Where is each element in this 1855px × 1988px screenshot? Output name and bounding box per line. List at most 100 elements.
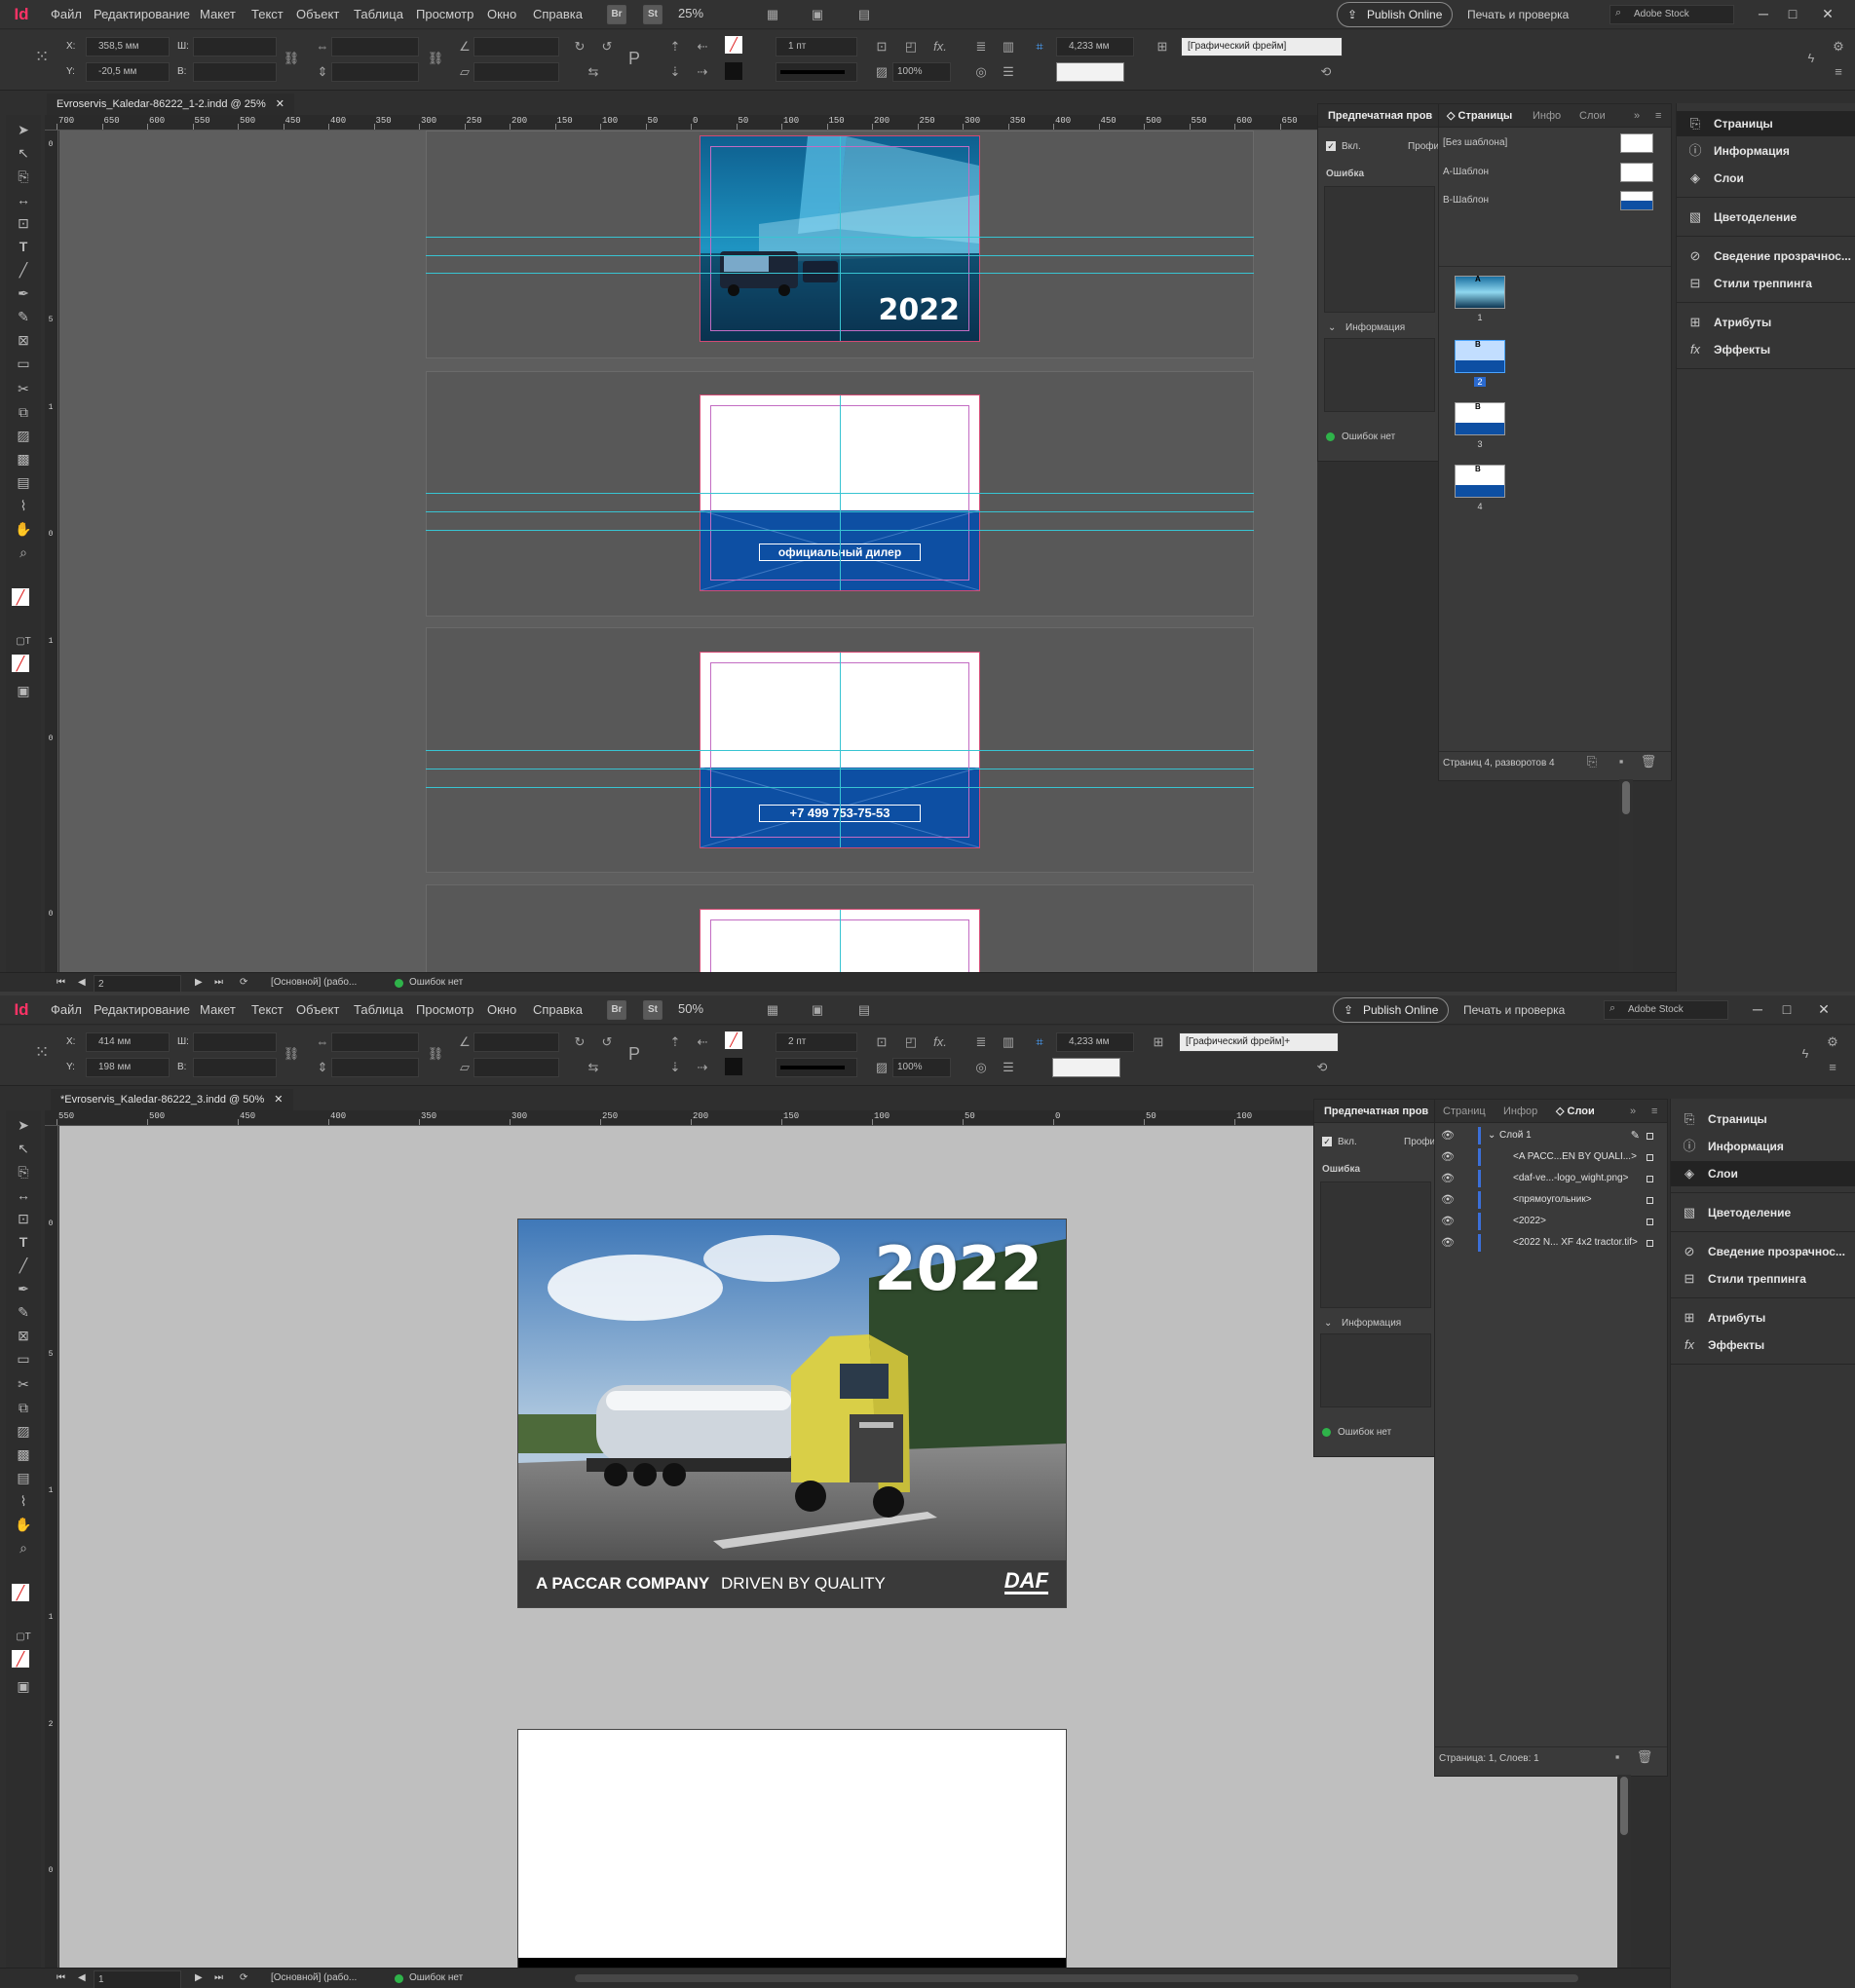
select-square-icon[interactable] (1647, 1154, 1653, 1161)
menu-edit[interactable]: Редактирование (94, 0, 190, 29)
print-check-menu[interactable]: Печать и проверка (1463, 995, 1565, 1025)
content-collector-icon[interactable]: ⊡ (12, 212, 35, 234)
menu-table[interactable]: Таблица (354, 0, 403, 29)
drop-shadow-icon[interactable]: ◰ (900, 1032, 922, 1053)
menu-text[interactable]: Текст (251, 0, 284, 29)
maximize-button[interactable]: □ (1773, 995, 1800, 1025)
info-chevron-icon[interactable]: ⌄ (1328, 322, 1336, 333)
bridge-button[interactable]: Br (607, 1000, 626, 1020)
flip-horizontal-icon[interactable]: ⇆ (583, 1057, 604, 1078)
scale-y-field[interactable] (331, 1058, 419, 1077)
text-wrap-none-icon[interactable]: ≣ (970, 36, 992, 57)
constrain-proportions-icon[interactable]: ⛓ (281, 48, 302, 69)
visibility-eye-icon[interactable]: 👁 (1441, 1146, 1455, 1168)
panel-expand-icon[interactable]: » (1630, 1100, 1636, 1123)
dock-trap-styles[interactable]: ⊟ Стили треппинга (1677, 271, 1855, 296)
rotate-ccw-icon[interactable]: ↺ (596, 1032, 618, 1053)
constrain-scale-icon[interactable]: ⛓ (425, 48, 446, 69)
errors-status[interactable]: Ошибок нет (409, 977, 463, 988)
line-tool-icon[interactable]: ╱ (12, 259, 35, 281)
open-page-icon[interactable]: ⟳ (240, 1972, 247, 1983)
dock-attributes[interactable]: ⊞ Атрибуты (1677, 310, 1855, 335)
clear-overrides-icon[interactable]: ⟲ (1311, 1057, 1333, 1078)
reference-point-icon[interactable]: ⁙ (29, 46, 55, 71)
panel-menu-icon[interactable]: ≡ (1655, 104, 1661, 128)
formatting-affects-icon[interactable]: ▢T (12, 631, 35, 653)
pencil-tool-icon[interactable]: ✎ (12, 1301, 35, 1323)
page-number-field[interactable]: 2 (94, 975, 181, 992)
pencil-tool-icon[interactable]: ✎ (12, 306, 35, 327)
open-page-icon[interactable]: ⟳ (240, 977, 247, 988)
gap-tool-icon[interactable]: ↔ (12, 189, 35, 210)
direct-selection-tool-icon[interactable]: ↖ (12, 142, 35, 164)
master-status[interactable]: [Основной] (рабо... (271, 1972, 357, 1983)
first-page-icon[interactable]: ⏮ (57, 977, 65, 988)
auto-fit-icon[interactable]: ⌗ (1029, 36, 1050, 57)
menu-help[interactable]: Справка (533, 0, 583, 29)
free-transform-tool-icon[interactable]: ⧉ (12, 1397, 35, 1418)
maximize-button[interactable]: □ (1779, 0, 1806, 29)
document-tab[interactable]: Evroservis_Kaledar-86222_1-2.indd @ 25% ✕ (47, 94, 295, 115)
type-tool-icon[interactable]: T (12, 1231, 35, 1253)
drop-shadow-icon[interactable]: ◰ (900, 36, 922, 57)
constrain-proportions-icon[interactable]: ⛓ (281, 1043, 302, 1065)
menu-text[interactable]: Текст (251, 995, 284, 1025)
dock-info[interactable]: ⓘ Информация (1677, 138, 1855, 164)
tab-layers[interactable]: ◇ Слои (1556, 1100, 1595, 1123)
opacity-field[interactable]: 100% (892, 1058, 951, 1077)
document-tab[interactable]: *Evroservis_Kaledar-86222_3.indd @ 50% ✕ (51, 1089, 293, 1110)
stock-search-input[interactable]: Adobe Stock (1609, 5, 1734, 24)
text-wrap-shape-icon[interactable]: ◎ (970, 61, 992, 83)
cover-page[interactable]: 2022 A PACCAR COMPANY DRIVEN BY QUALITY … (517, 1219, 1067, 1608)
frame-fitting-icon[interactable]: ⊡ (871, 36, 892, 57)
next-page-icon[interactable]: ▶ (195, 1972, 203, 1983)
height-field[interactable] (193, 1058, 277, 1077)
next-page-icon[interactable]: ▶ (195, 977, 203, 988)
dock-info[interactable]: ⓘ Информация (1671, 1134, 1855, 1159)
menu-file[interactable]: Файл (51, 995, 82, 1025)
select-container-icon[interactable]: ⇡ (664, 36, 686, 57)
page-2[interactable] (517, 1729, 1067, 1968)
width-field[interactable] (193, 37, 277, 56)
layer-item[interactable]: 👁 <прямоугольник> (1435, 1189, 1667, 1211)
stroke-swatch-icon[interactable] (725, 1058, 742, 1075)
panel-menu-icon[interactable]: ≡ (1651, 1100, 1657, 1123)
arrange-documents-icon[interactable]: ▤ (853, 4, 875, 25)
line-tool-icon[interactable]: ╱ (12, 1255, 35, 1276)
page-number-field[interactable]: 1 (94, 1970, 181, 1988)
panel-menu-icon[interactable]: ≡ (1828, 61, 1849, 83)
select-square-icon[interactable] (1647, 1176, 1653, 1182)
layer-item[interactable]: 👁 <daf-ve...-logo_wight.png> (1435, 1168, 1667, 1189)
select-next-icon[interactable]: ⇢ (692, 61, 713, 83)
text-wrap-jump-icon[interactable]: ☰ (998, 1057, 1019, 1078)
screen-mode-icon[interactable]: ▣ (807, 4, 828, 25)
dock-trap-styles[interactable]: ⊟ Стили треппинга (1671, 1266, 1855, 1292)
select-square-icon[interactable] (1647, 1197, 1653, 1204)
lightning-icon[interactable]: ϟ (1795, 1043, 1816, 1065)
publish-online-button[interactable]: ⇪ Publish Online (1337, 2, 1454, 27)
note-tool-icon[interactable]: ▤ (12, 471, 35, 493)
panel-menu-icon[interactable]: ≡ (1822, 1057, 1843, 1078)
free-transform-tool-icon[interactable]: ⧉ (12, 401, 35, 423)
master-none[interactable]: [Без шаблона] (1443, 137, 1507, 148)
close-tab-icon[interactable]: ✕ (274, 1094, 283, 1106)
menu-help[interactable]: Справка (533, 995, 583, 1025)
scale-x-field[interactable] (331, 1032, 419, 1052)
shear-field[interactable] (473, 62, 559, 82)
zoom-select[interactable]: 25% (672, 5, 746, 24)
stroke-type-select[interactable] (776, 1058, 857, 1077)
stock-button[interactable]: St (643, 5, 662, 24)
gradient-swatch-tool-icon[interactable]: ▨ (12, 1420, 35, 1442)
delete-page-icon[interactable]: 🗑 (1638, 751, 1659, 772)
master-b-thumb[interactable] (1620, 191, 1653, 210)
rotation-field[interactable] (473, 1032, 559, 1052)
zoom-tool-icon[interactable]: ⌕ (12, 542, 35, 563)
menu-layout[interactable]: Макет (200, 995, 236, 1025)
menu-view[interactable]: Просмотр (416, 995, 473, 1025)
stock-search-input[interactable]: Adobe Stock (1604, 1000, 1728, 1020)
x-field[interactable]: 414 мм (86, 1032, 170, 1052)
layer-item[interactable]: 👁 <2022 N... XF 4x2 tractor.tif> (1435, 1232, 1667, 1254)
dock-effects[interactable]: fx Эффекты (1677, 337, 1855, 362)
page-thumb-1[interactable]: A (1455, 275, 1505, 309)
dock-separations[interactable]: ▧ Цветоделение (1671, 1200, 1855, 1225)
